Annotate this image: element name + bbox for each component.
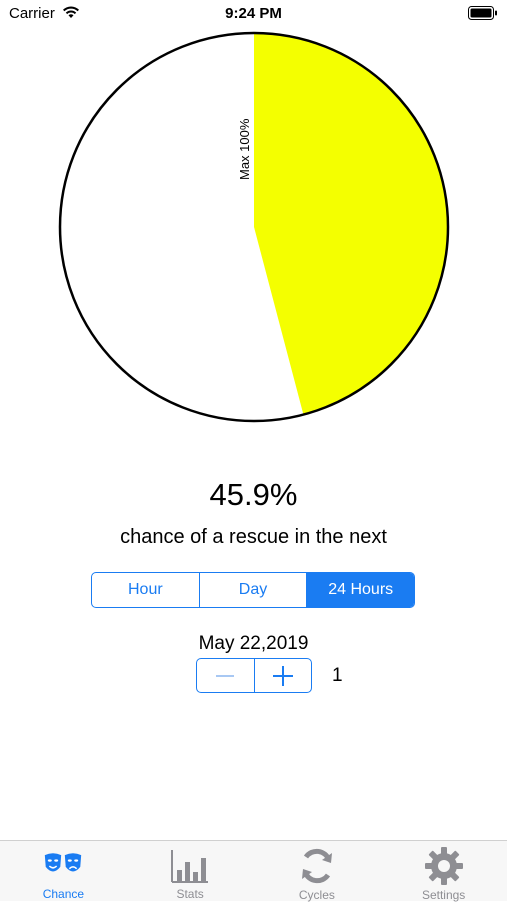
decrement-button[interactable] [197, 659, 255, 692]
refresh-cycle-icon [297, 847, 337, 885]
status-bar: Carrier 9:24 PM [0, 0, 507, 28]
chance-pie-chart: Max 100% [57, 30, 451, 429]
bar-chart-icon [170, 847, 210, 884]
tab-label-stats: Stats [176, 887, 204, 901]
gear-icon [424, 847, 464, 885]
theater-masks-icon [43, 847, 83, 884]
increment-button[interactable] [255, 659, 312, 692]
chance-caption: chance of a rescue in the next [120, 526, 387, 548]
segment-hour[interactable]: Hour [92, 573, 200, 607]
status-time: 9:24 PM [225, 5, 282, 22]
tab-chance[interactable]: Chance [0, 841, 127, 901]
date-label: May 22,2019 [198, 633, 309, 654]
segment-day[interactable]: Day [200, 573, 308, 607]
tab-cycles[interactable]: Cycles [254, 841, 381, 902]
tab-settings[interactable]: Settings [380, 841, 507, 902]
segment-24-hours[interactable]: 24 Hours [307, 573, 414, 607]
minus-icon [216, 674, 235, 677]
stepper-value: 1 [332, 665, 343, 686]
tab-bar: Chance Stats Cycles Settings [0, 840, 507, 902]
pie-max-label: Max 100% [237, 118, 252, 180]
battery-icon [468, 6, 498, 25]
plus-icon [272, 665, 293, 686]
period-segmented-control: Hour Day 24 Hours [91, 572, 415, 608]
tab-stats[interactable]: Stats [127, 841, 254, 901]
count-stepper [196, 658, 312, 693]
tab-label-chance: Chance [42, 887, 85, 901]
percent-value: 45.9% [209, 477, 298, 512]
